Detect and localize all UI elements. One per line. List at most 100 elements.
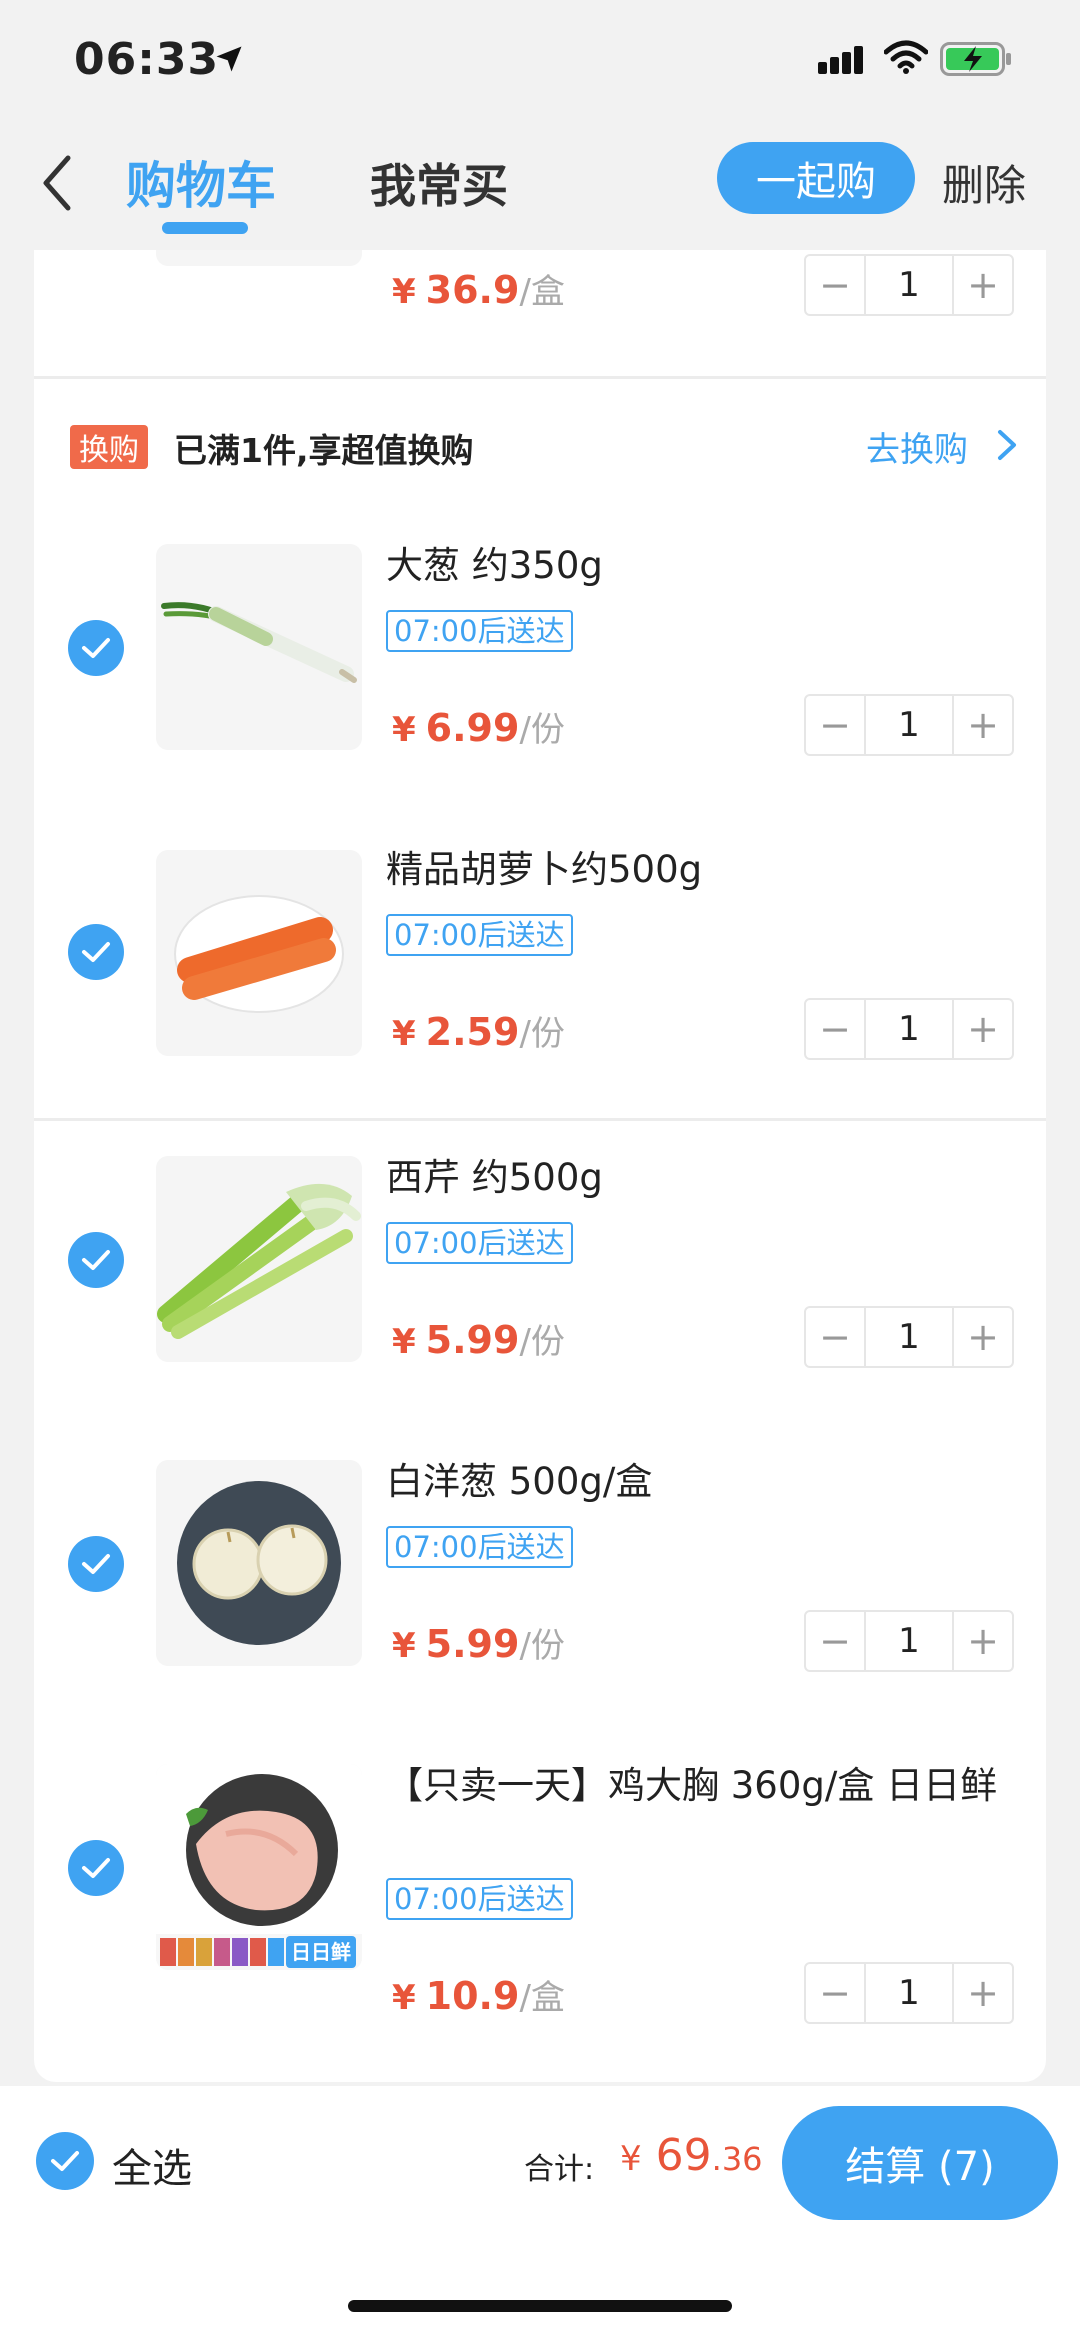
total-label: 合计: bbox=[524, 2152, 595, 2187]
increase-button[interactable]: + bbox=[954, 1308, 1012, 1366]
nav-header: 购物车 我常买 一起购 删除 bbox=[0, 130, 1080, 250]
section-divider bbox=[34, 1118, 1046, 1121]
battery-charging-icon bbox=[940, 42, 1011, 76]
price-unit: /份 bbox=[519, 1322, 565, 1362]
price-unit: /份 bbox=[519, 1014, 565, 1054]
product-image-chicken-breast[interactable]: 日日鲜 bbox=[156, 1764, 362, 1970]
exchange-promo-text: 已满1件,享超值换购 bbox=[174, 431, 474, 470]
price-value: 2.59 bbox=[425, 1010, 520, 1054]
tab-cart[interactable]: 购物车 bbox=[126, 146, 276, 218]
currency-symbol: ¥ bbox=[392, 1978, 416, 2018]
brand-label: 日日鲜 bbox=[291, 1940, 351, 1964]
item-checkbox[interactable] bbox=[68, 1536, 124, 1592]
checkmark-icon bbox=[82, 1250, 110, 1270]
location-arrow-icon bbox=[216, 46, 242, 72]
delete-button[interactable]: 删除 bbox=[942, 152, 1026, 213]
price-unit: /盒 bbox=[519, 272, 565, 312]
wifi-icon bbox=[884, 40, 928, 74]
delivery-time-badge: 07:00后送达 bbox=[386, 1526, 573, 1568]
currency-symbol: ¥ bbox=[392, 1626, 416, 1666]
quantity-value[interactable]: 1 bbox=[864, 1308, 954, 1366]
top-item-quantity-stepper: − 1 + bbox=[804, 254, 1014, 316]
quantity-value[interactable]: 1 bbox=[864, 256, 954, 314]
exchange-promo-tag: 换购 bbox=[70, 425, 148, 469]
decrease-button[interactable]: − bbox=[806, 256, 864, 314]
product-image-scallion[interactable] bbox=[156, 544, 362, 750]
price-value: 10.9 bbox=[425, 1974, 520, 2018]
product-price: ¥10.9/盒 bbox=[392, 1970, 565, 2019]
status-time: 06:33 bbox=[74, 34, 220, 85]
decrease-button[interactable]: − bbox=[806, 1000, 864, 1058]
total-decimal: .36 bbox=[711, 2140, 763, 2178]
delivery-time-badge: 07:00后送达 bbox=[386, 1878, 573, 1920]
go-exchange-link[interactable]: 去换购 bbox=[866, 422, 968, 471]
checkmark-icon bbox=[82, 942, 110, 962]
price-value: 36.9 bbox=[425, 268, 520, 312]
product-image-celery[interactable] bbox=[156, 1156, 362, 1362]
product-price: ¥6.99/份 bbox=[392, 702, 565, 751]
increase-button[interactable]: + bbox=[954, 1000, 1012, 1058]
group-buy-button[interactable]: 一起购 bbox=[717, 142, 915, 214]
quantity-stepper: − 1 + bbox=[804, 1610, 1014, 1672]
top-item-price: ¥36.9/盒 bbox=[392, 264, 565, 313]
quantity-value[interactable]: 1 bbox=[864, 696, 954, 754]
decrease-button[interactable]: − bbox=[806, 1612, 864, 1670]
currency-symbol: ¥ bbox=[392, 710, 416, 750]
product-image-carrot[interactable] bbox=[156, 850, 362, 1056]
quantity-stepper: − 1 + bbox=[804, 1962, 1014, 2024]
currency-symbol: ¥ bbox=[392, 1322, 416, 1362]
quantity-value[interactable]: 1 bbox=[864, 1964, 954, 2022]
item-checkbox[interactable] bbox=[68, 1232, 124, 1288]
checkmark-icon bbox=[82, 1554, 110, 1574]
top-item-image-partial bbox=[156, 250, 362, 266]
product-price: ¥5.99/份 bbox=[392, 1314, 565, 1363]
price-unit: /盒 bbox=[519, 1978, 565, 2018]
status-bar: 06:33 bbox=[0, 0, 1080, 130]
currency-symbol: ¥ bbox=[620, 2139, 642, 2179]
product-name[interactable]: 精品胡萝卜约500g bbox=[386, 846, 1006, 894]
product-price: ¥2.59/份 bbox=[392, 1006, 565, 1055]
item-checkbox[interactable] bbox=[68, 1840, 124, 1896]
increase-button[interactable]: + bbox=[954, 696, 1012, 754]
product-name[interactable]: 白洋葱 500g/盒 bbox=[386, 1458, 1006, 1506]
back-arrow-icon[interactable] bbox=[34, 148, 84, 218]
total-price: ¥69.36 bbox=[620, 2130, 763, 2181]
increase-button[interactable]: + bbox=[954, 1964, 1012, 2022]
checkmark-icon bbox=[82, 638, 110, 658]
increase-button[interactable]: + bbox=[954, 256, 1012, 314]
increase-button[interactable]: + bbox=[954, 1612, 1012, 1670]
checkout-bar: 全选 合计: ¥69.36 结算 (7) bbox=[0, 2086, 1080, 2338]
product-name[interactable]: 西芹 约500g bbox=[386, 1154, 1006, 1202]
home-indicator bbox=[348, 2300, 732, 2312]
decrease-button[interactable]: − bbox=[806, 1308, 864, 1366]
quantity-stepper: − 1 + bbox=[804, 1306, 1014, 1368]
currency-symbol: ¥ bbox=[392, 1014, 416, 1054]
item-checkbox[interactable] bbox=[68, 924, 124, 980]
price-value: 5.99 bbox=[425, 1622, 520, 1666]
decrease-button[interactable]: − bbox=[806, 696, 864, 754]
quantity-value[interactable]: 1 bbox=[864, 1612, 954, 1670]
chevron-right-icon[interactable] bbox=[994, 426, 1020, 464]
tab-often-bought[interactable]: 我常买 bbox=[370, 150, 508, 216]
product-image-onion[interactable] bbox=[156, 1460, 362, 1666]
total-integer: 69 bbox=[655, 2130, 712, 2181]
quantity-stepper: − 1 + bbox=[804, 998, 1014, 1060]
item-checkbox[interactable] bbox=[68, 620, 124, 676]
delivery-time-badge: 07:00后送达 bbox=[386, 610, 573, 652]
currency-symbol: ¥ bbox=[392, 272, 416, 312]
section-divider bbox=[34, 376, 1046, 379]
product-name[interactable]: 【只卖一天】鸡大胸 360g/盒 日日鲜 bbox=[386, 1762, 1006, 1810]
cellular-signal-icon bbox=[818, 46, 863, 74]
product-name[interactable]: 大葱 约350g bbox=[386, 542, 1006, 590]
select-all-label[interactable]: 全选 bbox=[112, 2136, 192, 2194]
quantity-value[interactable]: 1 bbox=[864, 1000, 954, 1058]
select-all-checkbox[interactable] bbox=[36, 2132, 94, 2190]
price-value: 5.99 bbox=[425, 1318, 520, 1362]
cart-list: ¥36.9/盒 − 1 + 换购 已满1件,享超值换购 去换购 大葱 约350g… bbox=[34, 250, 1046, 2082]
delivery-time-badge: 07:00后送达 bbox=[386, 1222, 573, 1264]
checkout-button[interactable]: 结算 (7) bbox=[782, 2106, 1058, 2220]
decrease-button[interactable]: − bbox=[806, 1964, 864, 2022]
tab-active-indicator bbox=[162, 222, 248, 234]
checkmark-icon bbox=[51, 2151, 79, 2171]
price-value: 6.99 bbox=[425, 706, 520, 750]
